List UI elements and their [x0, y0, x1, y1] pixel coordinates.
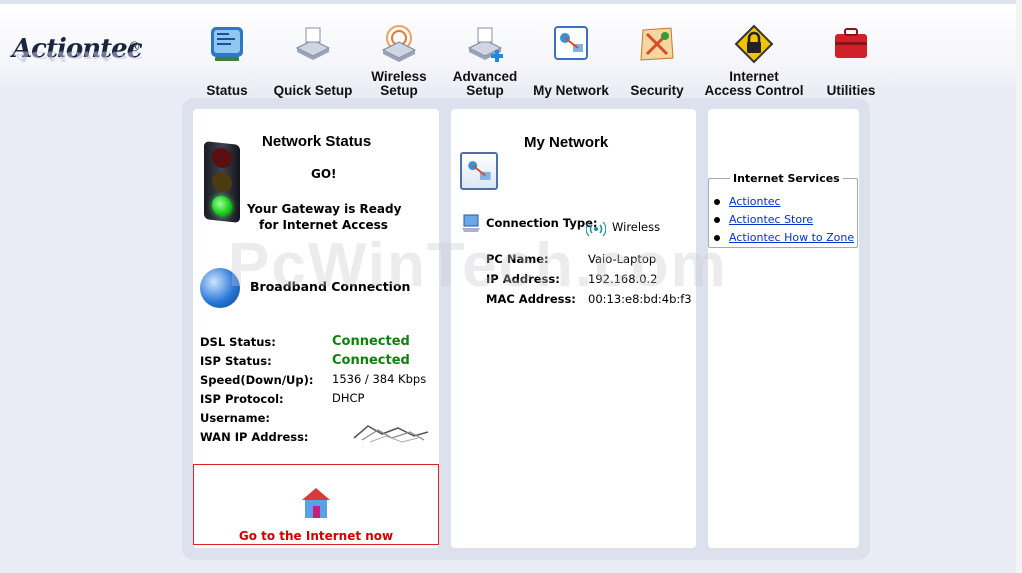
service-link-actiontec[interactable]: Actiontec — [729, 195, 781, 208]
globe-icon — [200, 268, 240, 308]
nav-item-utilities[interactable]: Utilities — [806, 24, 896, 100]
gateway-message-line2: for Internet Access — [259, 218, 388, 232]
broadband-connection-title: Broadband Connection — [250, 279, 411, 294]
bullet-icon — [714, 217, 720, 223]
isp-protocol-label: ISP Protocol: — [200, 392, 284, 406]
internet-services-title: Internet Services — [730, 172, 843, 185]
nav-item-my-network[interactable]: My Network — [526, 24, 616, 100]
house-icon[interactable] — [296, 484, 336, 520]
nav-item-advanced-setup[interactable]: Advanced Setup — [440, 24, 530, 100]
traffic-light-icon — [204, 141, 240, 223]
dsl-status-value: Connected — [332, 334, 410, 349]
wireless-router-icon — [381, 25, 417, 62]
security-map-icon — [640, 27, 674, 61]
gateway-message-line1: Your Gateway is Ready — [247, 202, 402, 216]
network-state: GO! — [311, 167, 337, 181]
logo-reflection: Actiontec — [12, 47, 142, 65]
top-navigation-bar: Actiontec ® Actiontec Status Quick Setup… — [0, 0, 1022, 98]
dsl-status-label: DSL Status: — [200, 335, 276, 349]
username-label: Username: — [200, 411, 270, 425]
my-network-title: My Network — [524, 134, 609, 151]
nav-label-wireless-setup: Wireless Setup — [371, 69, 427, 98]
ip-address-label: IP Address: — [486, 272, 560, 286]
mac-address-label: MAC Address: — [486, 292, 576, 306]
window-edge-scrollbar[interactable] — [1016, 0, 1022, 573]
satellite-dish-icon — [353, 425, 429, 443]
nav-item-status[interactable]: Status — [182, 24, 272, 100]
network-map-icon — [554, 26, 588, 60]
ip-address-value: 192.168.0.2 — [588, 272, 658, 286]
status-monitor-icon — [211, 27, 243, 61]
router-advanced-setup-icon — [467, 27, 503, 62]
nav-item-internet-access-control[interactable]: Internet Access Control — [704, 24, 804, 100]
lock-warning-sign-icon — [734, 24, 774, 64]
network-map-icon — [460, 152, 498, 190]
isp-protocol-value: DHCP — [332, 391, 365, 405]
mac-address-value: 00:13:e8:bd:4b:f3 — [588, 292, 692, 306]
nav-label-my-network: My Network — [533, 83, 609, 98]
actiontec-logo: Actiontec ® Actiontec — [12, 34, 143, 90]
connection-type-label: Connection Type: — [486, 216, 598, 230]
connection-type-value: Wireless — [612, 220, 661, 234]
speed-label: Speed(Down/Up): — [200, 373, 314, 387]
isp-status-label: ISP Status: — [200, 354, 272, 368]
bullet-icon — [714, 199, 720, 205]
network-status-title: Network Status — [262, 133, 372, 150]
nav-item-quick-setup[interactable]: Quick Setup — [268, 24, 358, 100]
service-link-how-to-zone[interactable]: Actiontec How to Zone — [729, 231, 854, 244]
wireless-signal-icon — [586, 221, 606, 236]
nav-label-quick-setup: Quick Setup — [273, 83, 353, 98]
pc-name-label: PC Name: — [486, 252, 549, 266]
nav-item-security[interactable]: Security — [612, 24, 702, 100]
nav-label-advanced-setup: Advanced Setup — [452, 69, 518, 98]
go-to-internet-link[interactable]: Go to the Internet now — [193, 529, 439, 543]
service-link-actiontec-store[interactable]: Actiontec Store — [729, 213, 813, 226]
pc-name-value: Vaio-Laptop — [588, 252, 657, 266]
bullet-icon — [714, 235, 720, 241]
nav-label-status: Status — [206, 83, 248, 98]
isp-status-value: Connected — [332, 353, 410, 368]
toolbox-icon — [835, 28, 867, 58]
nav-label-security: Security — [630, 83, 684, 98]
laptop-icon — [462, 214, 480, 232]
wan-ip-label: WAN IP Address: — [200, 430, 309, 444]
nav-item-wireless-setup[interactable]: Wireless Setup — [354, 24, 444, 100]
router-quick-setup-icon — [295, 27, 331, 60]
nav-label-internet-access-control: Internet Access Control — [704, 69, 804, 98]
nav-label-utilities: Utilities — [826, 83, 876, 98]
speed-value: 1536 / 384 Kbps — [332, 372, 427, 386]
